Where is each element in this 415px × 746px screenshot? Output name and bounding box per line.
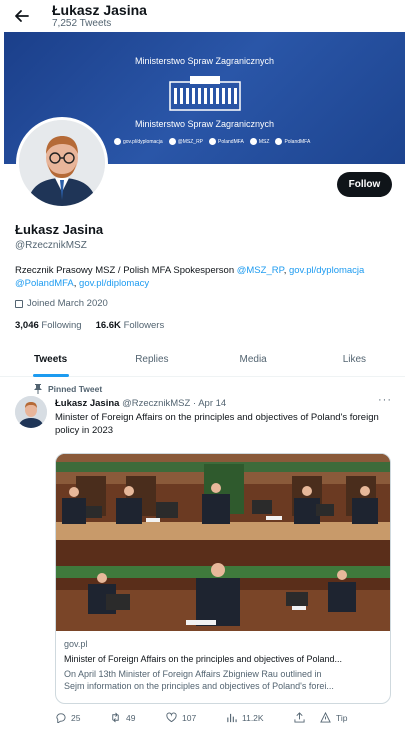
follow-stats: 3,046 Following 16.6K Followers [15, 320, 164, 331]
banner-link: MSZ [249, 138, 269, 145]
tweet-author-name[interactable]: Łukasz Jasina [55, 398, 119, 409]
profile-tabs: Tweets Replies Media Likes [0, 345, 405, 377]
header-tweet-count: 7,252 Tweets [52, 18, 112, 29]
active-tab-indicator [32, 374, 69, 377]
tweet-author-avatar[interactable] [15, 396, 47, 428]
joined-date: Joined March 2020 [15, 298, 108, 309]
tip-icon [320, 712, 331, 723]
profile-name: Łukasz Jasina [15, 222, 104, 237]
profile-bio: Rzecznik Prasowy MSZ / Polish MFA Spokes… [15, 265, 365, 289]
share-button[interactable] [294, 712, 320, 723]
tab-tweets[interactable]: Tweets [0, 345, 101, 377]
link-preview-card[interactable]: gov.pl Minister of Foreign Affairs on th… [55, 453, 391, 704]
heart-icon [166, 712, 177, 723]
bio-link-dyplomacja[interactable]: gov.pl/dyplomacja [289, 265, 364, 276]
top-bar: Łukasz Jasina 7,252 Tweets [0, 0, 415, 32]
globe-icon [114, 138, 121, 145]
calendar-icon [15, 299, 23, 308]
like-button[interactable]: 107 [166, 712, 226, 723]
card-description: On April 13th Minister of Foreign Affair… [64, 669, 334, 691]
card-domain: gov.pl [64, 639, 88, 649]
bio-link-msz[interactable]: @MSZ_RP [237, 265, 284, 276]
banner-link: @MSZ_RP [168, 138, 203, 145]
banner-links: gov.pl/dyplomacja @MSZ_RP PolandMFA MSZ … [114, 138, 310, 145]
tab-likes[interactable]: Likes [304, 345, 405, 376]
banner-link: PolandMFA [275, 138, 310, 145]
tweet-text: Minister of Foreign Affairs on the princ… [55, 412, 379, 436]
bio-link-diplomacy[interactable]: gov.pl/diplomacy [79, 278, 149, 289]
share-icon [294, 712, 305, 723]
pinned-tweet-label: Pinned Tweet [34, 384, 102, 394]
retweet-button[interactable]: 49 [110, 712, 166, 723]
bio-link-polandmfa[interactable]: @PolandMFA [15, 278, 74, 289]
views-icon [227, 713, 237, 723]
followers-link[interactable]: 16.6K Followers [96, 320, 165, 331]
following-link[interactable]: 3,046 Following [15, 320, 82, 331]
back-arrow-icon[interactable] [12, 6, 32, 26]
tweet-actions: 25 49 107 11.2K Tip [55, 712, 391, 723]
follow-button[interactable]: Follow [337, 172, 392, 197]
reply-button[interactable]: 25 [55, 712, 110, 723]
tweet-handle-date: @RzecznikMSZ · Apr 14 [122, 398, 227, 409]
card-image [56, 454, 390, 631]
profile-avatar[interactable] [16, 117, 108, 209]
views-button[interactable]: 11.2K [226, 712, 294, 723]
tweet-header: Łukasz Jasina @RzecznikMSZ · Apr 14 [55, 398, 226, 409]
youtube-icon [249, 138, 257, 145]
reply-icon [56, 713, 66, 723]
pin-icon [34, 384, 42, 394]
more-options-icon[interactable]: ··· [378, 394, 392, 406]
banner-link: PolandMFA [209, 138, 244, 145]
ministry-building-logo-icon [169, 76, 241, 111]
profile-handle: @RzecznikMSZ [15, 240, 87, 251]
banner-title: Ministerstwo Spraw Zagranicznych [134, 56, 275, 66]
twitter-icon [168, 138, 176, 145]
retweet-icon [112, 712, 119, 723]
facebook-icon [209, 138, 217, 145]
tip-button[interactable]: Tip [320, 712, 348, 723]
header-name: Łukasz Jasina [52, 2, 147, 18]
banner-link: gov.pl/dyplomacja [114, 138, 163, 145]
instagram-icon [275, 138, 283, 145]
card-title: Minister of Foreign Affairs on the princ… [64, 654, 342, 664]
tab-replies[interactable]: Replies [101, 345, 202, 376]
tab-media[interactable]: Media [203, 345, 304, 376]
